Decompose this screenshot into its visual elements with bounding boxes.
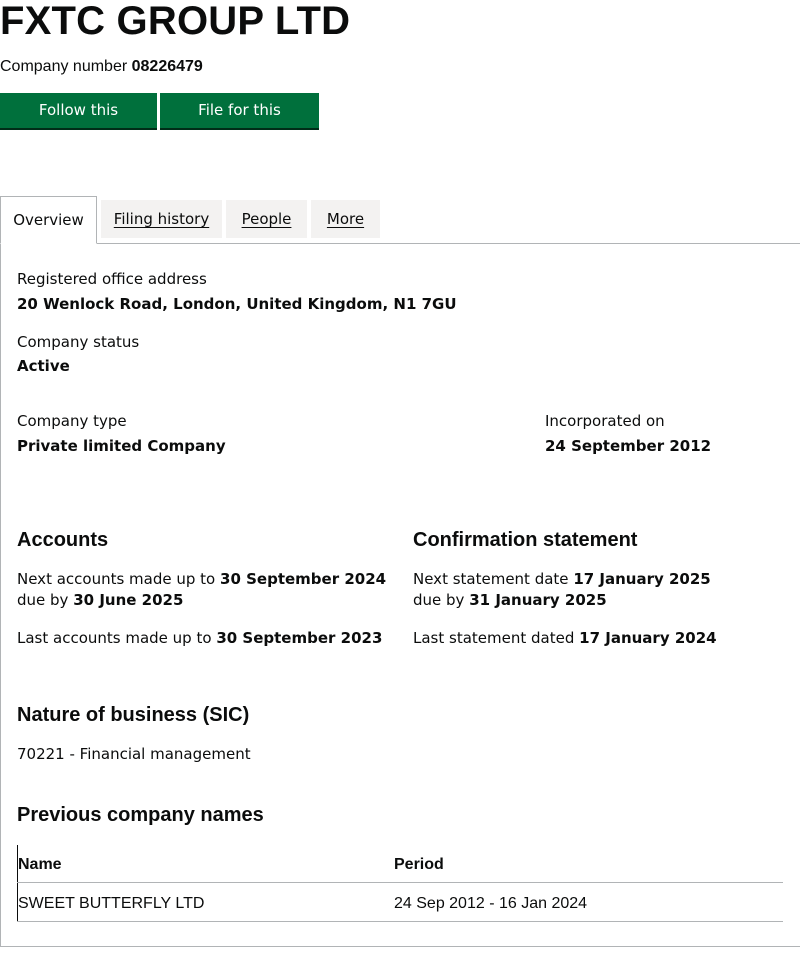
previous-period-cell: 24 Sep 2012 - 16 Jan 2024 [394, 895, 588, 912]
accounts-heading: Accounts [17, 529, 109, 551]
confirmation-next: Next statement date 17 January 2025 due … [413, 569, 711, 611]
confirmation-next-prefix: Next statement date [413, 570, 569, 588]
company-number-label: Company number [0, 58, 128, 75]
incorporated-label: Incorporated on [545, 412, 665, 430]
tab-more[interactable]: More [311, 200, 380, 238]
company-type-label: Company type [17, 412, 127, 430]
registered-office-label: Registered office address [17, 270, 207, 288]
company-status-value: Active [17, 357, 70, 375]
accounts-next-prefix: Next accounts made up to [17, 570, 216, 588]
company-status-label: Company status [17, 333, 140, 351]
confirmation-last: Last statement dated 17 January 2024 [413, 628, 717, 649]
sic-heading: Nature of business (SIC) [17, 704, 250, 726]
incorporated-value: 24 September 2012 [545, 437, 712, 455]
accounts-next-date: 30 September 2024 [220, 570, 387, 588]
column-header-period: Period [394, 856, 444, 873]
file-for-company-button[interactable]: File for this company [160, 93, 319, 154]
confirmation-due-prefix: due by [413, 591, 465, 609]
sic-value: 70221 - Financial management [17, 745, 251, 763]
accounts-last: Last accounts made up to 30 September 20… [17, 628, 382, 649]
accounts-due-date: 30 June 2025 [73, 591, 184, 609]
confirmation-next-date: 17 January 2025 [573, 570, 711, 588]
tab-people[interactable]: People [226, 200, 307, 238]
accounts-last-date: 30 September 2023 [216, 629, 383, 647]
registered-office-value: 20 Wenlock Road, London, United Kingdom,… [17, 295, 457, 313]
follow-company-button[interactable]: Follow this company [0, 93, 157, 154]
confirmation-last-prefix: Last statement dated [413, 629, 575, 647]
confirmation-last-date: 17 January 2024 [579, 629, 717, 647]
company-number-value: 08226479 [131, 58, 203, 75]
table-header-divider [17, 882, 783, 883]
accounts-last-prefix: Last accounts made up to [17, 629, 212, 647]
accounts-next: Next accounts made up to 30 September 20… [17, 569, 386, 611]
tab-filing-history[interactable]: Filing history [101, 200, 222, 238]
confirmation-due-date: 31 January 2025 [469, 591, 607, 609]
company-type-value: Private limited Company [17, 437, 226, 455]
previous-names-heading: Previous company names [17, 804, 264, 826]
confirmation-heading: Confirmation statement [413, 529, 638, 551]
tab-overview[interactable]: Overview [0, 196, 97, 244]
previous-name-cell: SWEET BUTTERFLY LTD [18, 895, 205, 912]
column-header-name: Name [18, 856, 62, 873]
table-row-divider [17, 921, 783, 922]
company-number-line: Company number 08226479 [0, 57, 203, 77]
accounts-due-prefix: due by [17, 591, 69, 609]
company-name: FXTC GROUP LTD [0, 0, 351, 43]
